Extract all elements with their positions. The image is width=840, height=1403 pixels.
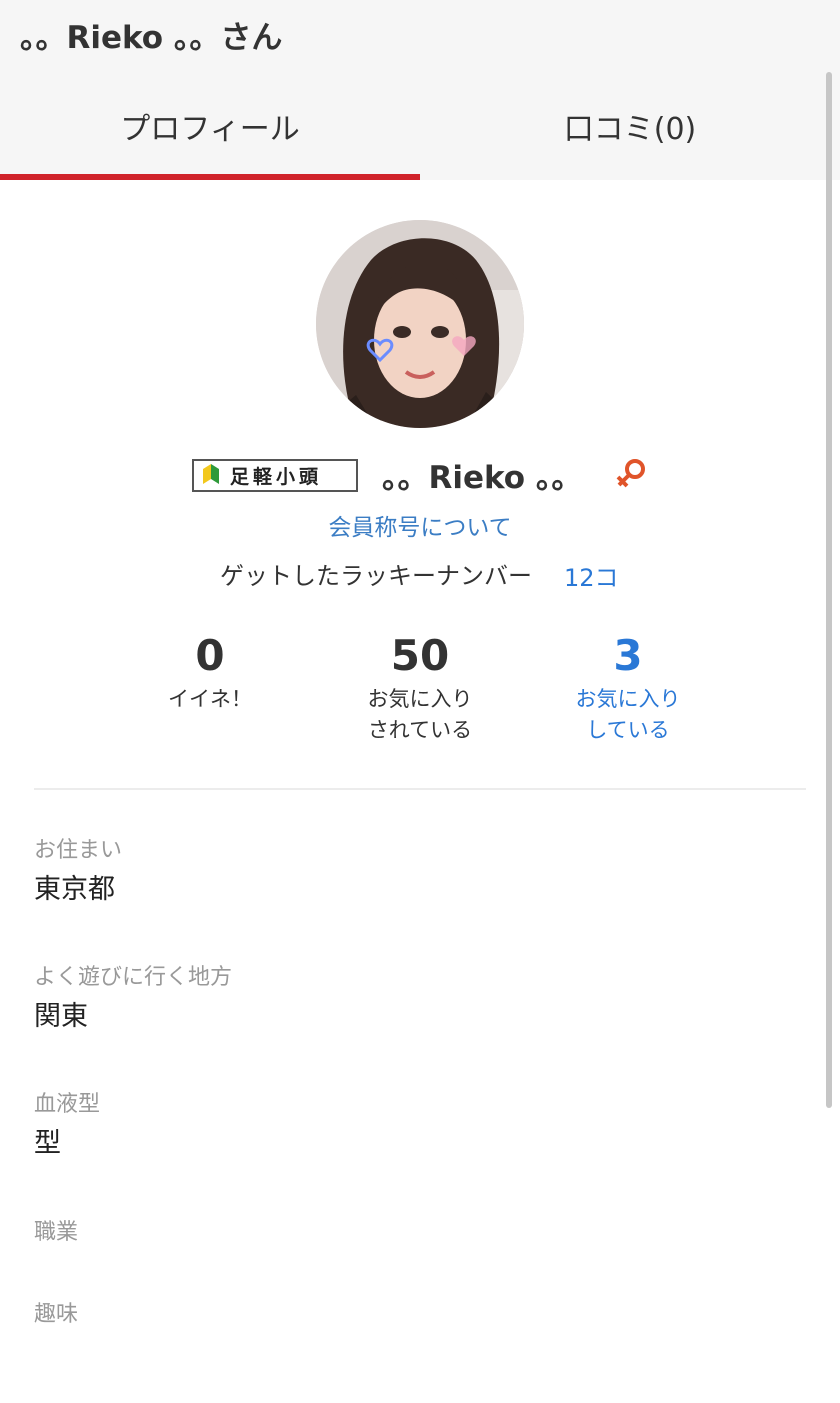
rank-badge: 足軽小頭	[192, 459, 358, 492]
field-blood-type: 血液型 型	[34, 1090, 734, 1164]
field-blood-type-label: 血液型	[34, 1092, 101, 1117]
stat-favorited-value: 50	[390, 631, 450, 680]
header: 。。Rieko 。。さん プロフィール 口コミ(0)	[0, 0, 840, 180]
tab-profile-label: プロフィール	[120, 112, 300, 147]
profile-page: 。。Rieko 。。さん プロフィール 口コミ(0) 足軽小頭 。。Rieko …	[0, 0, 840, 1403]
tab-reviews-label: 口コミ(0)	[563, 112, 697, 147]
stat-favoriting-value: 3	[613, 631, 643, 680]
female-icon	[614, 455, 650, 495]
name-row: 足軽小頭 。。Rieko 。。	[0, 452, 840, 498]
field-residence: お住まい 東京都	[34, 836, 734, 910]
field-region-value: 関東	[34, 1001, 88, 1032]
stat-likes: 0 イイネ！	[110, 630, 310, 715]
field-blood-type-value: 型	[34, 1128, 61, 1159]
field-region: よく遊びに行く地方 関東	[34, 963, 734, 1037]
field-residence-value: 東京都	[34, 874, 115, 905]
rank-info-link[interactable]: 会員称号について	[0, 508, 840, 542]
user-name: 。。Rieko 。。	[382, 460, 583, 496]
page-title: 。。Rieko 。。さん	[20, 20, 283, 56]
field-occupation-label: 職業	[34, 1220, 79, 1245]
field-hobby-label: 趣味	[34, 1302, 79, 1327]
field-occupation: 職業	[34, 1218, 734, 1252]
tab-bar: プロフィール 口コミ(0)	[0, 74, 840, 180]
field-hobby: 趣味	[34, 1300, 734, 1334]
lucky-number-row: ゲットしたラッキーナンバー 12コ	[0, 556, 840, 592]
rank-label: 足軽小頭	[230, 466, 323, 488]
tab-reviews[interactable]: 口コミ(0)	[420, 74, 840, 180]
stat-favoriting[interactable]: 3 お気に入り している	[528, 630, 728, 746]
lucky-number-label: ゲットしたラッキーナンバー	[220, 562, 532, 590]
field-region-label: よく遊びに行く地方	[34, 965, 233, 990]
stat-favorited: 50 お気に入り されている	[320, 630, 520, 746]
field-residence-label: お住まい	[34, 838, 123, 863]
stat-favorited-label: お気に入り されている	[367, 687, 473, 742]
beginner-leaf-icon	[202, 462, 220, 490]
divider	[34, 788, 806, 790]
stat-likes-value: 0	[195, 631, 225, 680]
tab-profile[interactable]: プロフィール	[0, 74, 420, 180]
avatar	[316, 220, 524, 428]
stat-likes-label: イイネ！	[168, 687, 252, 711]
lucky-number-count[interactable]: 12コ	[564, 558, 619, 593]
stat-favoriting-label: お気に入り している	[575, 687, 681, 742]
